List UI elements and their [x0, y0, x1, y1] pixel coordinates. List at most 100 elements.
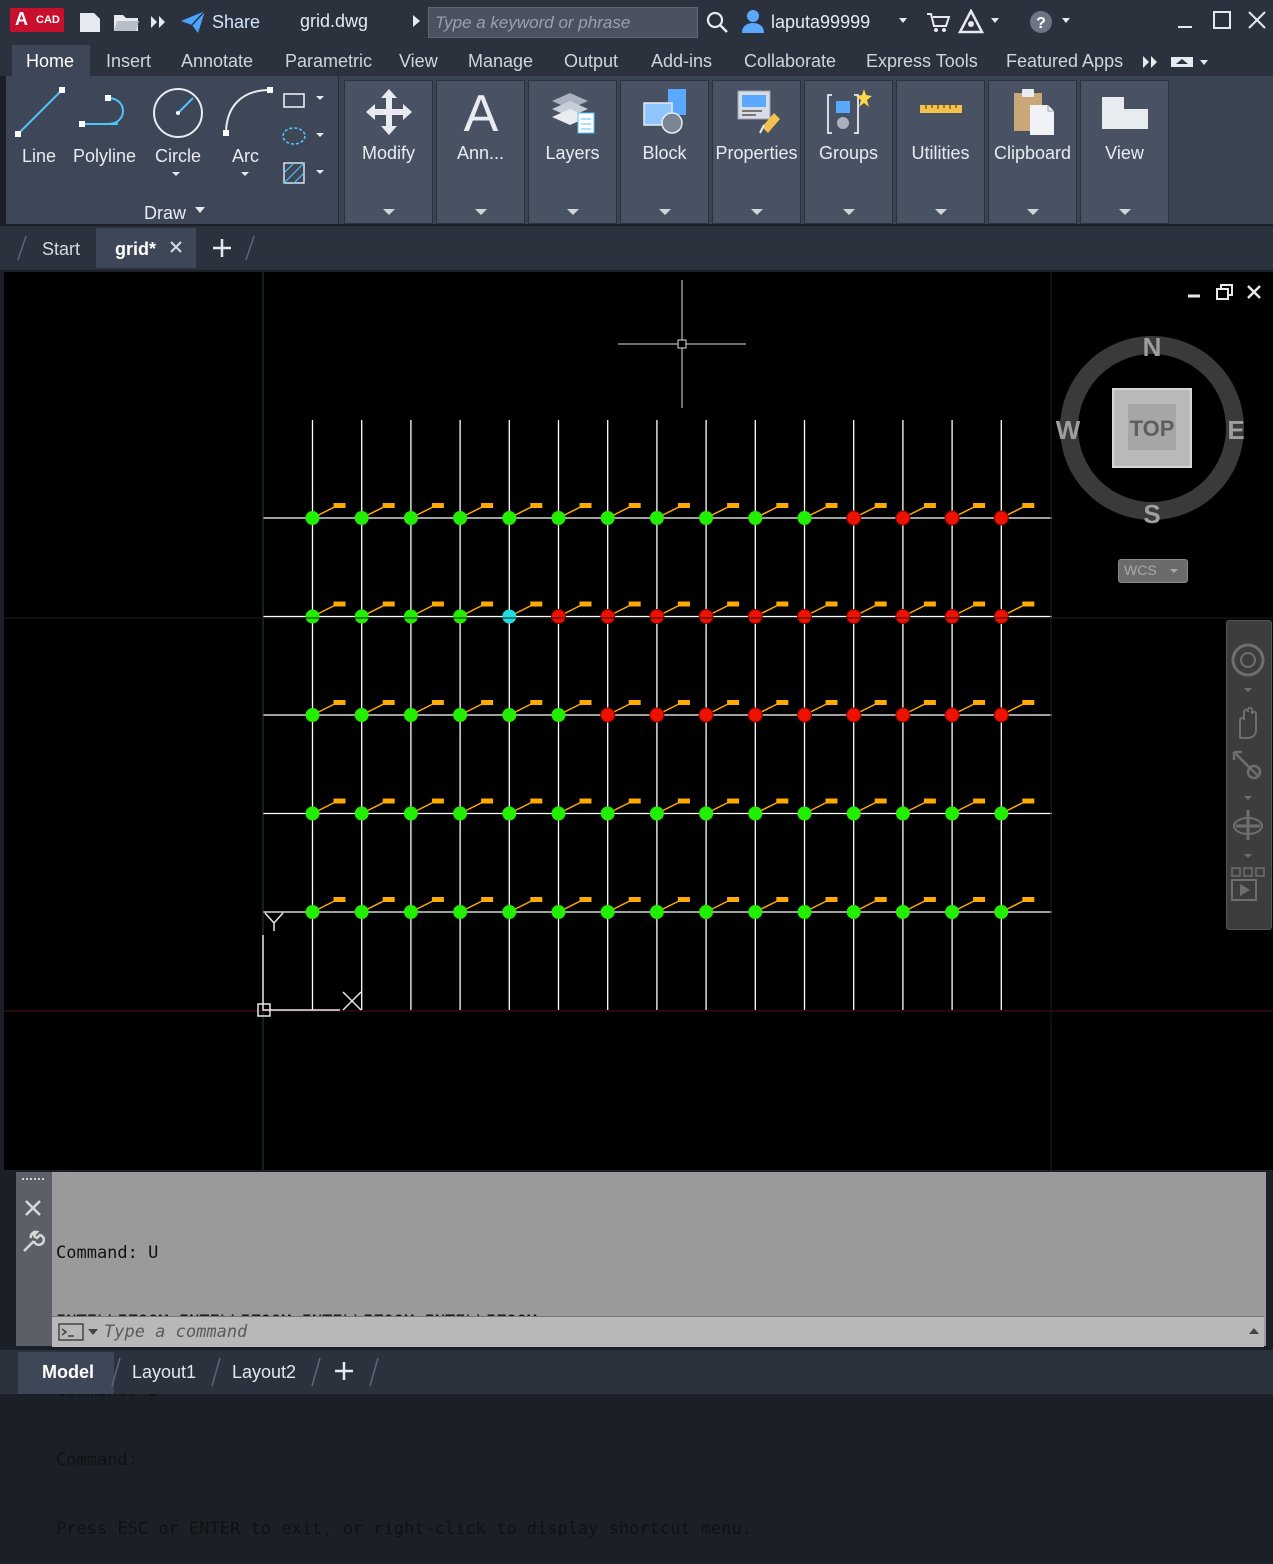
node-tag	[579, 798, 592, 804]
add-layout-icon[interactable]	[333, 1360, 355, 1382]
grid-node-green	[354, 905, 369, 919]
node-tag	[579, 601, 592, 607]
grid-node-green	[502, 905, 517, 919]
node-tag	[628, 700, 641, 705]
orbit-icon[interactable]	[1230, 806, 1266, 862]
grid-node-green	[354, 511, 369, 525]
command-input[interactable]	[102, 1320, 1206, 1344]
wcs-menu[interactable]: WCS	[1118, 559, 1188, 583]
model-tab[interactable]: Model	[42, 1362, 94, 1383]
command-history-line: Command:	[56, 1450, 138, 1470]
node-tag	[727, 601, 740, 607]
layout1-tab[interactable]: Layout1	[132, 1362, 196, 1383]
grid-node-green	[502, 708, 517, 722]
node-tag	[825, 601, 838, 607]
grid-node-green	[649, 511, 664, 525]
grid-node-green	[403, 609, 418, 624]
grid-node-green	[453, 708, 468, 722]
node-tag	[431, 700, 444, 705]
node-tag	[973, 601, 986, 607]
grid-node-green	[994, 806, 1009, 821]
grid-node-green	[551, 708, 566, 722]
node-tag	[874, 798, 887, 804]
drawing-canvas[interactable]	[0, 0, 1273, 1172]
grid-node-green	[895, 905, 910, 919]
node-tag	[382, 601, 395, 607]
compass-east[interactable]: E	[1227, 415, 1244, 445]
node-tag	[382, 503, 395, 508]
command-close-icon[interactable]	[24, 1199, 42, 1217]
grid-node-green	[994, 905, 1009, 919]
grid-node-green	[453, 905, 468, 919]
layout2-tab[interactable]: Layout2	[232, 1362, 296, 1383]
grid-node-green	[403, 708, 418, 722]
compass-west[interactable]: W	[1056, 415, 1081, 445]
viewport-restore-icon[interactable]	[1216, 284, 1234, 300]
tab-separator	[211, 1357, 221, 1387]
wcs-label: WCS	[1124, 562, 1157, 578]
command-history-line: Press ESC or ENTER to exit, or right-cli…	[56, 1519, 752, 1539]
node-tag	[727, 798, 740, 804]
grid-node-green	[403, 905, 418, 919]
grid-node-green	[945, 905, 960, 919]
node-tag	[825, 798, 838, 804]
node-tag	[382, 897, 395, 902]
node-tag	[973, 700, 986, 705]
node-tag	[677, 798, 690, 804]
node-tag	[579, 897, 592, 902]
node-tag	[431, 798, 444, 804]
grid-node-green	[846, 905, 861, 919]
viewport-close-icon[interactable]	[1246, 284, 1262, 300]
node-tag	[825, 503, 838, 508]
showmotion-icon[interactable]	[1230, 866, 1266, 906]
compass-north[interactable]: N	[1143, 332, 1162, 362]
node-tag	[727, 897, 740, 902]
node-tag	[530, 601, 543, 607]
command-prompt-icon[interactable]	[58, 1323, 100, 1341]
grid-node-green	[600, 511, 615, 525]
node-tag	[874, 700, 887, 705]
grid-node-green	[305, 708, 320, 722]
command-customize-icon[interactable]	[21, 1230, 45, 1254]
node-tag	[727, 503, 740, 508]
steering-wheel-icon[interactable]	[1230, 640, 1266, 696]
node-tag	[973, 503, 986, 508]
node-tag	[333, 798, 346, 804]
node-tag	[333, 897, 346, 902]
grid-node-green	[846, 806, 861, 821]
zoom-extents-icon[interactable]	[1230, 748, 1266, 804]
command-grip-icon[interactable]	[20, 1176, 48, 1182]
compass-south[interactable]: S	[1143, 499, 1160, 529]
node-tag	[579, 700, 592, 705]
grid-node-green	[699, 905, 714, 919]
node-tag	[481, 700, 494, 705]
grid-node-green	[649, 806, 664, 821]
node-tag	[923, 503, 936, 508]
viewport-minimize-icon[interactable]	[1186, 286, 1202, 300]
grid-nodes	[305, 503, 1035, 919]
grid-node-green	[748, 511, 763, 525]
command-history-line: Command: U	[56, 1243, 159, 1263]
node-tag	[431, 601, 444, 607]
node-tag	[776, 503, 789, 508]
node-tag	[481, 897, 494, 902]
viewcube[interactable]: TOP N S E W	[1040, 322, 1260, 532]
node-tag	[1022, 798, 1035, 804]
grid-node-green	[305, 806, 320, 821]
node-tag	[825, 700, 838, 705]
command-input-bar[interactable]	[52, 1316, 1264, 1347]
grid-node-green	[551, 905, 566, 919]
grid-node-green	[895, 806, 910, 821]
command-history-toggle-icon[interactable]	[1248, 1327, 1260, 1335]
pan-icon[interactable]	[1230, 704, 1266, 744]
node-tag	[677, 700, 690, 705]
grid-node-green	[748, 806, 763, 821]
node-tag	[677, 897, 690, 902]
grid-node-green	[699, 806, 714, 821]
viewcube-face-label: TOP	[1130, 416, 1175, 441]
grid-node-green	[797, 806, 812, 821]
node-tag	[825, 897, 838, 902]
node-tag	[530, 503, 543, 508]
grid-node-green	[551, 511, 566, 525]
node-tag	[923, 798, 936, 804]
